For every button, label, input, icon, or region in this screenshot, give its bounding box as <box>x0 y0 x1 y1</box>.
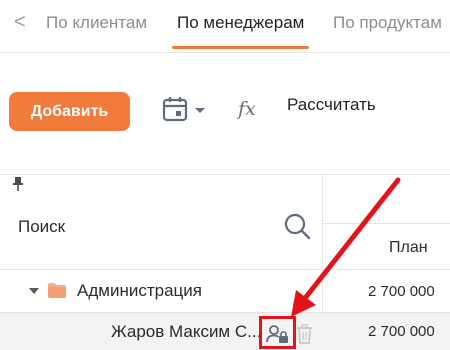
tab-by-clients[interactable]: По клиентам <box>46 12 147 34</box>
calculate-button[interactable]: Рассчитать <box>287 95 376 115</box>
header-divider <box>322 223 450 224</box>
chevron-down-icon <box>195 108 205 113</box>
search-label: Поиск <box>18 217 66 236</box>
annotation-highlight-box <box>259 316 296 349</box>
person-plan-value: 2 700 000 <box>368 323 435 340</box>
calendar-dropdown[interactable] <box>161 96 209 126</box>
column-header-plan: План <box>389 239 428 256</box>
group-plan-value: 2 700 000 <box>368 283 435 300</box>
active-tab-indicator <box>172 46 309 49</box>
folder-icon <box>48 283 66 298</box>
formula-button[interactable]: fx <box>238 98 256 120</box>
trash-icon[interactable] <box>296 324 313 344</box>
calendar-icon <box>162 97 205 122</box>
pin-icon[interactable] <box>12 176 24 192</box>
expand-caret-icon[interactable] <box>29 288 39 295</box>
group-name: Администрация <box>77 281 202 300</box>
search-icon[interactable] <box>283 212 311 240</box>
tab-by-products[interactable]: По продуктам <box>333 12 442 34</box>
add-button[interactable]: Добавить <box>9 92 130 131</box>
tab-by-managers[interactable]: По менеджерам <box>177 12 304 34</box>
table-top-border <box>0 174 450 175</box>
person-name[interactable]: Жаров Максим С... <box>111 322 261 342</box>
tabs-scroll-left-icon[interactable]: < <box>14 10 26 34</box>
